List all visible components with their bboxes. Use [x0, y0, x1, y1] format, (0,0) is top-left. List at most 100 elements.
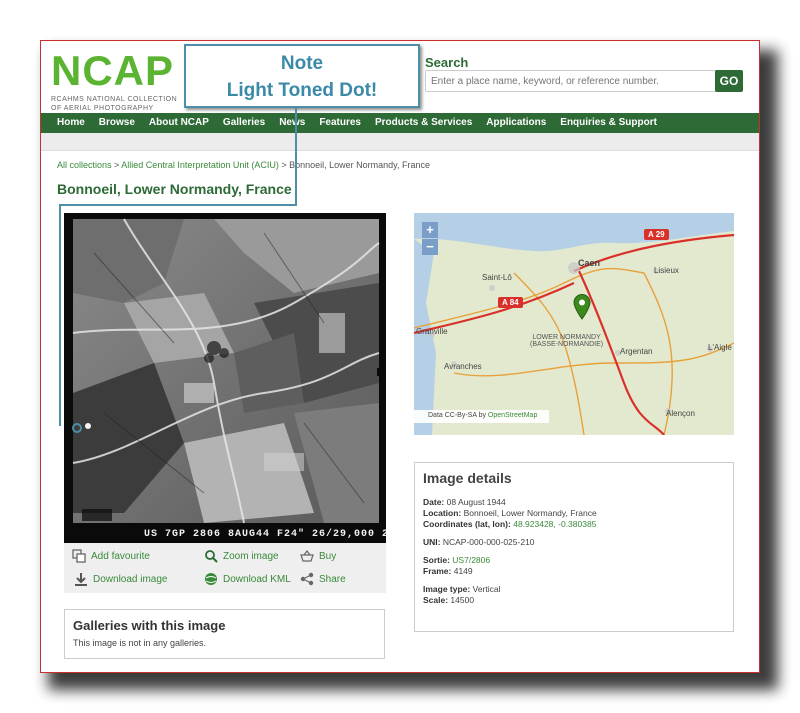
browser-page: NCAP RCAHMS National Collection of Aeria…: [40, 40, 760, 673]
breadcrumb-aciu[interactable]: Allied Central Interpretation Unit (ACIU…: [121, 160, 279, 170]
nav-products[interactable]: Products & Services: [375, 113, 472, 133]
map-label-lisieux: Lisieux: [654, 266, 679, 275]
map-label-alencon: Alençon: [666, 409, 695, 418]
map-label-saint-lo: Saint-Lô: [482, 273, 512, 282]
zoom-icon: [205, 550, 218, 563]
detail-location: Location: Bonnoeil, Lower Normandy, Fran…: [423, 508, 725, 519]
nav-news[interactable]: News: [279, 113, 305, 133]
callout-line-1: Note: [280, 53, 324, 74]
detail-label: Sortie:: [423, 555, 450, 565]
map-region-line-1: LOWER NORMANDY: [532, 334, 601, 341]
download-image-button[interactable]: Download image: [74, 572, 168, 586]
galleries-title: Galleries with this image: [73, 618, 226, 633]
map-attribution: Data CC-By-SA by OpenStreetMap: [414, 410, 550, 423]
nav-applications[interactable]: Applications: [486, 113, 546, 133]
image-details-title: Image details: [423, 470, 512, 486]
globe-icon: [205, 573, 217, 585]
map-zoom-out-button[interactable]: −: [422, 239, 438, 255]
detail-value: NCAP-000-000-025-210: [442, 537, 535, 547]
download-kml-button[interactable]: Download KML: [204, 572, 291, 586]
callout-line-2: Light Toned Dot!: [226, 80, 378, 101]
detail-label: Coordinates (lat, lon):: [423, 519, 511, 529]
detail-value: Vertical: [472, 584, 501, 594]
map-pin-icon[interactable]: [573, 294, 591, 320]
nav-home[interactable]: Home: [57, 113, 85, 133]
buy-label: Buy: [319, 550, 337, 562]
share-label: Share: [319, 573, 346, 585]
go-button[interactable]: GO: [715, 70, 743, 92]
search-input[interactable]: [426, 71, 734, 92]
download-icon: [75, 573, 87, 586]
detail-frame: Frame: 4149: [423, 566, 725, 577]
map-label-avranches: Avranches: [444, 362, 482, 371]
zoom-image-label: Zoom image: [223, 550, 279, 562]
location-map[interactable]: + − A 29 A 84 Caen Lisieux Saint-Lô Gran…: [414, 213, 734, 435]
add-favourite-button[interactable]: Add favourite: [72, 549, 150, 563]
nav-features[interactable]: Features: [319, 113, 361, 133]
image-actions: Add favourite Zoom image Buy Download im…: [64, 543, 386, 593]
detail-coordinates: Coordinates (lat, lon): 48.923428, -0.38…: [423, 519, 725, 530]
share-button[interactable]: Share: [300, 572, 346, 586]
logo-subtitle-2: of Aerial Photography: [51, 105, 154, 112]
aerial-photo-image: [64, 213, 386, 543]
breadcrumb-all-collections[interactable]: All collections: [57, 160, 112, 170]
galleries-panel: Galleries with this image This image is …: [64, 609, 385, 659]
logo-subtitle-1: RCAHMS National Collection: [51, 96, 178, 103]
map-tiles: [414, 213, 734, 435]
road-a84-badge: A 84: [498, 297, 523, 308]
nav-browse[interactable]: Browse: [99, 113, 135, 133]
download-kml-label: Download KML: [223, 573, 291, 585]
share-icon: [300, 572, 314, 586]
coordinates-link[interactable]: 48.923428, -0.380385: [513, 519, 596, 529]
aerial-photo[interactable]: US 7GP 2806 8AUG44 F24" 26/29,000 2250: [64, 213, 386, 543]
detail-value: 14500: [450, 595, 475, 605]
map-label-caen: Caen: [578, 258, 601, 268]
map-label-laigle: L'Aigle: [708, 343, 732, 352]
detail-label: Image type:: [423, 584, 471, 594]
breadcrumb-current: Bonnoeil, Lower Normandy, France: [289, 160, 431, 170]
attribution-text: Data CC-By-SA by: [428, 412, 488, 419]
nav-galleries[interactable]: Galleries: [223, 113, 265, 133]
nav-enquiries[interactable]: Enquiries & Support: [560, 113, 657, 133]
ncap-logo[interactable]: NCAP RCAHMS National Collection of Aeria…: [51, 49, 181, 113]
photo-caption: US 7GP 2806 8AUG44 F24" 26/29,000 2250: [144, 529, 386, 540]
detail-label: Frame:: [423, 566, 452, 576]
annotation-callout: Note Light Toned Dot!: [184, 44, 420, 108]
search-title: Search: [425, 55, 469, 70]
sub-bar: [41, 133, 759, 151]
callout-leader-line: [59, 204, 61, 426]
download-image-label: Download image: [93, 573, 168, 585]
main-nav: Home Browse About NCAP Galleries News Fe…: [41, 113, 759, 133]
breadcrumb-separator: >: [111, 160, 122, 170]
page-title: Bonnoeil, Lower Normandy, France: [57, 181, 292, 197]
detail-label: Scale:: [423, 595, 449, 605]
favourite-icon: [72, 549, 86, 563]
callout-target-circle: [72, 423, 82, 433]
breadcrumb: All collections > Allied Central Interpr…: [57, 160, 430, 170]
detail-value: 4149: [453, 566, 473, 576]
map-zoom-in-button[interactable]: +: [422, 222, 438, 238]
callout-leader-line: [59, 204, 297, 206]
zoom-image-button[interactable]: Zoom image: [204, 549, 279, 563]
add-favourite-label: Add favourite: [91, 550, 150, 562]
buy-button[interactable]: Buy: [300, 549, 336, 563]
detail-label: Location:: [423, 508, 462, 518]
detail-label: Date:: [423, 497, 445, 507]
detail-value: Bonnoeil, Lower Normandy, France: [463, 508, 597, 518]
image-details-panel: Image details Date: 08 August 1944 Locat…: [414, 462, 734, 632]
basket-icon: [300, 550, 314, 562]
map-label-region: LOWER NORMANDY (BASSE-NORMANDIE): [530, 334, 603, 348]
search-box[interactable]: [425, 70, 735, 92]
detail-value: 08 August 1944: [446, 497, 506, 507]
sortie-link[interactable]: US7/2806: [452, 555, 490, 565]
detail-date: Date: 08 August 1944: [423, 497, 725, 508]
nav-about[interactable]: About NCAP: [149, 113, 209, 133]
map-region-line-2: (BASSE-NORMANDIE): [530, 341, 604, 348]
callout-leader-line: [295, 108, 297, 205]
detail-sortie: Sortie: US7/2806: [423, 555, 725, 566]
attribution-osm-link[interactable]: OpenStreetMap: [488, 412, 537, 419]
detail-uni: UNI: NCAP-000-000-025-210: [423, 537, 725, 548]
road-a29-badge: A 29: [644, 229, 669, 240]
